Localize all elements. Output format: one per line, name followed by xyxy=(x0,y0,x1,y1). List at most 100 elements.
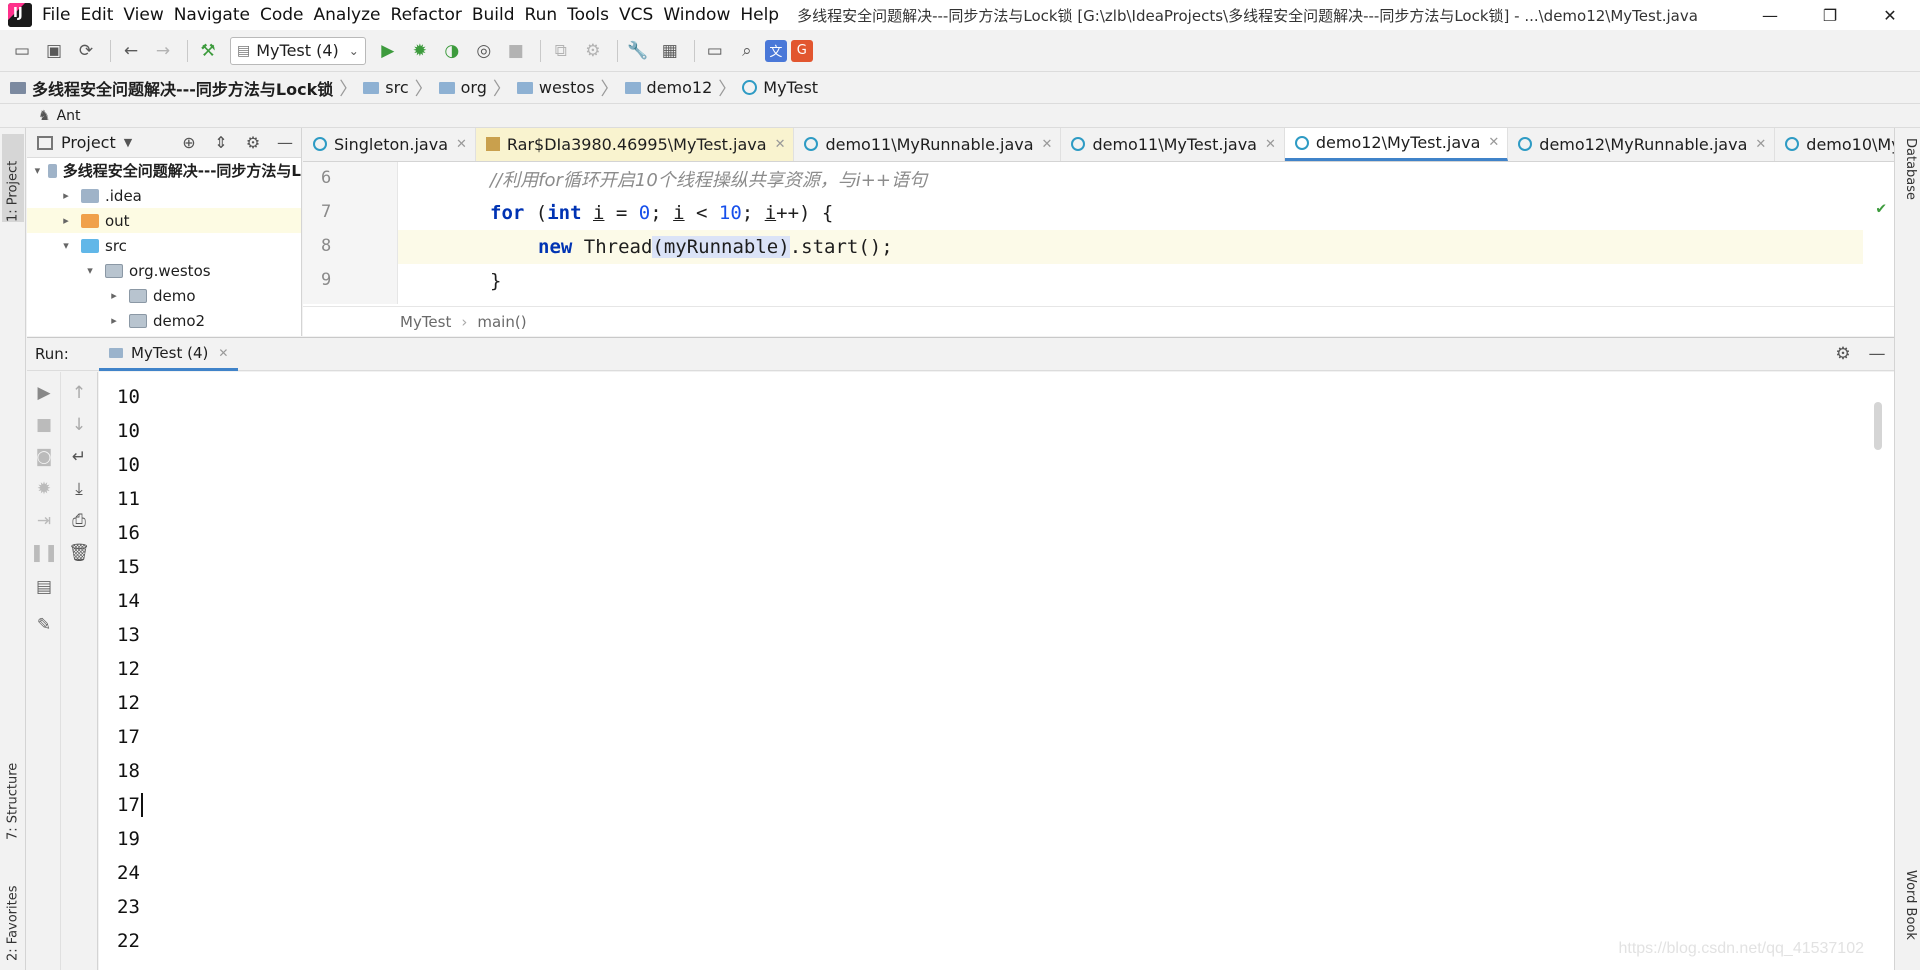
menu-tools[interactable]: Tools xyxy=(567,5,619,25)
gear-icon[interactable]: ⚙ xyxy=(1826,344,1860,364)
editor-tab[interactable]: Singleton.java ✕ xyxy=(303,128,476,161)
project-structure-icon[interactable]: ▦ xyxy=(656,37,684,65)
ant-label[interactable]: Ant xyxy=(57,108,81,124)
debug-bug-icon[interactable]: ✹ xyxy=(27,474,61,504)
tool-tab-structure[interactable]: 7: Structure xyxy=(2,740,24,840)
tool-tab-project[interactable]: 1: Project xyxy=(2,134,24,222)
breadcrumb-org[interactable]: org xyxy=(438,78,487,97)
tool-tab-favorites[interactable]: 2: Favorites xyxy=(2,863,24,961)
run-configuration-select[interactable]: ▤ MyTest (4) ⌄ xyxy=(230,36,366,65)
chevron-right-icon[interactable]: ▸ xyxy=(105,314,123,327)
editor-crumb-class[interactable]: MyTest xyxy=(400,313,451,331)
menu-help[interactable]: Help xyxy=(740,5,789,25)
restore-button[interactable]: ❐ xyxy=(1800,0,1860,30)
scroll-to-end-icon[interactable]: ⤓ xyxy=(62,474,96,504)
tool-tab-word-book[interactable]: Word Book xyxy=(1896,870,1918,966)
menu-analyze[interactable]: Analyze xyxy=(314,5,391,25)
tree-item[interactable]: ▸ demo2 xyxy=(27,308,301,333)
menu-run[interactable]: Run xyxy=(525,5,568,25)
breadcrumb-mytest[interactable]: MyTest xyxy=(742,78,818,97)
hide-panel-icon[interactable]: — xyxy=(269,133,301,152)
menu-navigate[interactable]: Navigate xyxy=(174,5,260,25)
console-output[interactable]: https://blog.csdn.net/qq_41537102 10 10 10… xyxy=(99,372,1894,970)
forward-arrow-icon[interactable]: → xyxy=(149,37,177,65)
wrench-settings-icon[interactable]: 🔧 xyxy=(624,37,652,65)
camera-dump-icon[interactable]: ◙ xyxy=(27,442,61,472)
tree-item[interactable]: ▸ out xyxy=(27,208,301,233)
gear-icon[interactable]: ⚙ xyxy=(237,133,269,152)
menu-edit[interactable]: Edit xyxy=(80,5,123,25)
close-icon[interactable]: ✕ xyxy=(775,137,786,152)
breadcrumb-westos[interactable]: westos xyxy=(516,78,595,97)
menu-view[interactable]: View xyxy=(123,5,173,25)
menu-file[interactable]: File xyxy=(42,5,80,25)
soft-wrap-icon[interactable]: ↵ xyxy=(62,442,96,472)
tree-item[interactable]: ▸ demo xyxy=(27,283,301,308)
menu-vcs[interactable]: VCS xyxy=(619,5,663,25)
close-window-button[interactable]: ✕ xyxy=(1860,0,1920,30)
exit-icon[interactable]: ⇥ xyxy=(27,506,61,536)
menu-window[interactable]: Window xyxy=(663,5,740,25)
chevron-right-icon[interactable]: ▸ xyxy=(57,214,75,227)
build-hammer-icon[interactable]: ⚒ xyxy=(194,37,222,65)
editor-crumb-method[interactable]: main() xyxy=(477,313,526,331)
locate-target-icon[interactable]: ⊕ xyxy=(173,133,205,152)
print-icon[interactable]: ⎙ xyxy=(62,506,96,536)
close-icon[interactable]: ✕ xyxy=(456,137,467,152)
google-translate-icon[interactable]: G xyxy=(790,39,813,62)
breadcrumb-project[interactable]: 多线程安全问题解决---同步方法与Lock锁 xyxy=(10,76,333,100)
pin-icon[interactable]: ✎ xyxy=(27,610,61,640)
editor-tab[interactable]: Rar$DIa3980.46995\MyTest.java ✕ xyxy=(475,128,795,161)
close-icon[interactable]: ✕ xyxy=(1042,137,1053,152)
close-icon[interactable]: ✕ xyxy=(1755,137,1766,152)
close-icon[interactable]: ✕ xyxy=(1265,137,1276,152)
close-icon[interactable]: ✕ xyxy=(1488,135,1499,150)
console-scrollbar[interactable] xyxy=(1874,402,1882,450)
back-arrow-icon[interactable]: ← xyxy=(117,37,145,65)
chevron-right-icon[interactable]: ▸ xyxy=(57,189,75,202)
update-app-icon[interactable]: ⚙ xyxy=(579,37,607,65)
run-with-coverage-icon[interactable]: ◑ xyxy=(438,37,466,65)
save-all-icon[interactable]: ▣ xyxy=(40,37,68,65)
tree-item[interactable]: ▾ org.westos xyxy=(27,258,301,283)
tree-item[interactable]: ▾ 多线程安全问题解决---同步方法与L xyxy=(27,158,301,183)
editor-tab[interactable]: demo11\MyTest.java ✕ xyxy=(1061,128,1285,161)
up-arrow-icon[interactable]: ↑ xyxy=(62,378,96,408)
terminal-icon[interactable]: ▭ xyxy=(701,37,729,65)
minimize-button[interactable]: — xyxy=(1740,0,1800,30)
chevron-down-icon[interactable]: ▼ xyxy=(124,136,132,149)
sync-icon[interactable]: ⟳ xyxy=(72,37,100,65)
down-arrow-icon[interactable]: ↓ xyxy=(62,410,96,440)
stop-icon[interactable]: ■ xyxy=(502,37,530,65)
chevron-down-icon[interactable]: ▾ xyxy=(33,164,42,177)
chevron-right-icon[interactable]: ▸ xyxy=(105,289,123,302)
chevron-down-icon[interactable]: ▾ xyxy=(81,264,99,277)
editor-tab[interactable]: demo11\MyRunnable.java ✕ xyxy=(794,128,1062,161)
breadcrumb-src[interactable]: src xyxy=(363,78,409,97)
open-folder-icon[interactable]: ▭ xyxy=(8,37,36,65)
layout-icon[interactable]: ▤ xyxy=(27,572,61,602)
run-icon[interactable]: ▶ xyxy=(374,37,402,65)
tool-tab-database[interactable]: Database xyxy=(1896,138,1918,224)
hide-panel-icon[interactable]: — xyxy=(1860,344,1894,364)
tree-item[interactable]: ▾ src xyxy=(27,233,301,258)
menu-refactor[interactable]: Refactor xyxy=(391,5,472,25)
search-everywhere-icon[interactable]: ⌕ xyxy=(733,37,761,65)
pause-icon[interactable]: ❚❚ xyxy=(27,538,61,568)
editor-tab[interactable]: demo12\MyTest.java ✕ xyxy=(1284,128,1509,161)
translate-icon[interactable]: 文 xyxy=(764,39,787,62)
attach-debugger-icon[interactable]: ⧉ xyxy=(547,37,575,65)
code-editor[interactable]: 6 7 8 9 //利用for循环开启10个线程操纵共享资源，与i++语句 fo… xyxy=(303,162,1894,304)
menu-code[interactable]: Code xyxy=(260,5,314,25)
stop-icon[interactable]: ■ xyxy=(27,410,61,440)
editor-tab[interactable]: demo12\MyRunnable.java ✕ xyxy=(1508,128,1776,161)
editor-tab[interactable]: demo10\MyRur xyxy=(1775,128,1894,161)
debug-bug-icon[interactable]: ✹ xyxy=(406,37,434,65)
tree-item[interactable]: ▸ .idea xyxy=(27,183,301,208)
run-tab[interactable]: MyTest (4) ✕ xyxy=(99,337,239,371)
rerun-icon[interactable]: ▶ xyxy=(27,378,61,408)
breadcrumb-demo12[interactable]: demo12 xyxy=(624,78,712,97)
collapse-all-icon[interactable]: ⇕ xyxy=(205,133,237,152)
project-view-select[interactable]: Project xyxy=(61,133,116,152)
profile-icon[interactable]: ◎ xyxy=(470,37,498,65)
